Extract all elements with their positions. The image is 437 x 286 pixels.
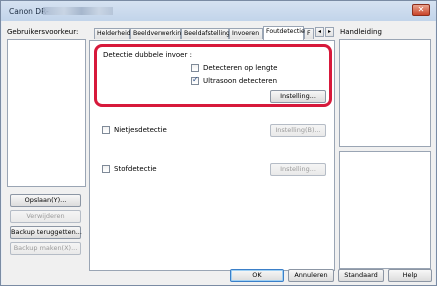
help-button[interactable]: Help: [388, 269, 432, 282]
title-bar[interactable]: Canon DR- ✕: [1, 1, 436, 21]
help-panel-label: Handleiding: [340, 28, 382, 36]
tab-page-foutdetectie: Detectie dubbele invoer : Detecteren op …: [89, 40, 335, 271]
ultrasonic-checkbox[interactable]: [191, 75, 199, 85]
tab-foutdetectie[interactable]: Foutdetectie: [263, 26, 305, 40]
detect-by-length-checkbox[interactable]: [191, 64, 199, 72]
dialog-body: Gebruikersvoorkeur: Opslaan(Y)... Verwij…: [2, 21, 435, 285]
obscured-model-name: [43, 7, 113, 15]
help-panel-bottom: [339, 151, 431, 269]
ok-button[interactable]: OK: [230, 269, 284, 282]
tab-scroll-right[interactable]: ▸: [325, 27, 334, 37]
tab-invoeren[interactable]: Invoeren: [229, 28, 263, 39]
close-button[interactable]: ✕: [412, 4, 430, 16]
staple-label: Nietjesdetectie: [114, 126, 167, 134]
save-button[interactable]: Opslaan(Y)...: [10, 194, 81, 207]
tab-helderheid[interactable]: Helderheid: [94, 28, 131, 39]
dialog-window: Canon DR- ✕ Gebruikersvoorkeur: Opslaan(…: [0, 0, 437, 286]
dust-settings-button[interactable]: Instelling...: [270, 163, 326, 176]
backup-restore-button[interactable]: Backup teruggetten...: [10, 226, 82, 239]
tab-beeldverwerking[interactable]: Beeldverwerking: [130, 28, 185, 39]
delete-button[interactable]: Verwijderen: [10, 210, 81, 223]
dust-label: Stofdetectie: [114, 165, 157, 173]
dust-checkbox[interactable]: [102, 165, 110, 173]
double-feed-label: Detectie dubbele invoer :: [103, 51, 192, 59]
detect-by-length-label: Detecteren op lengte: [203, 64, 278, 72]
ultrasonic-label: Ultrasoon detecteren: [203, 77, 278, 85]
tab-beeldafstelling[interactable]: Beeldafstelling: [181, 28, 230, 39]
default-button[interactable]: Standaard: [338, 269, 384, 282]
user-prefs-list[interactable]: [7, 39, 86, 187]
backup-make-button[interactable]: Backup maken(X)...: [10, 242, 81, 255]
cancel-button[interactable]: Annuleren: [288, 269, 334, 282]
double-feed-settings-button[interactable]: Instelling...: [270, 90, 326, 103]
tab-overflow[interactable]: F: [304, 28, 314, 39]
staple-checkbox[interactable]: [102, 126, 110, 134]
staple-settings-button[interactable]: Instelling(B)...: [270, 124, 326, 137]
user-prefs-label: Gebruikersvoorkeur:: [7, 28, 79, 36]
help-panel-top: [339, 39, 431, 147]
tab-scroll-left[interactable]: ◂: [315, 27, 324, 37]
